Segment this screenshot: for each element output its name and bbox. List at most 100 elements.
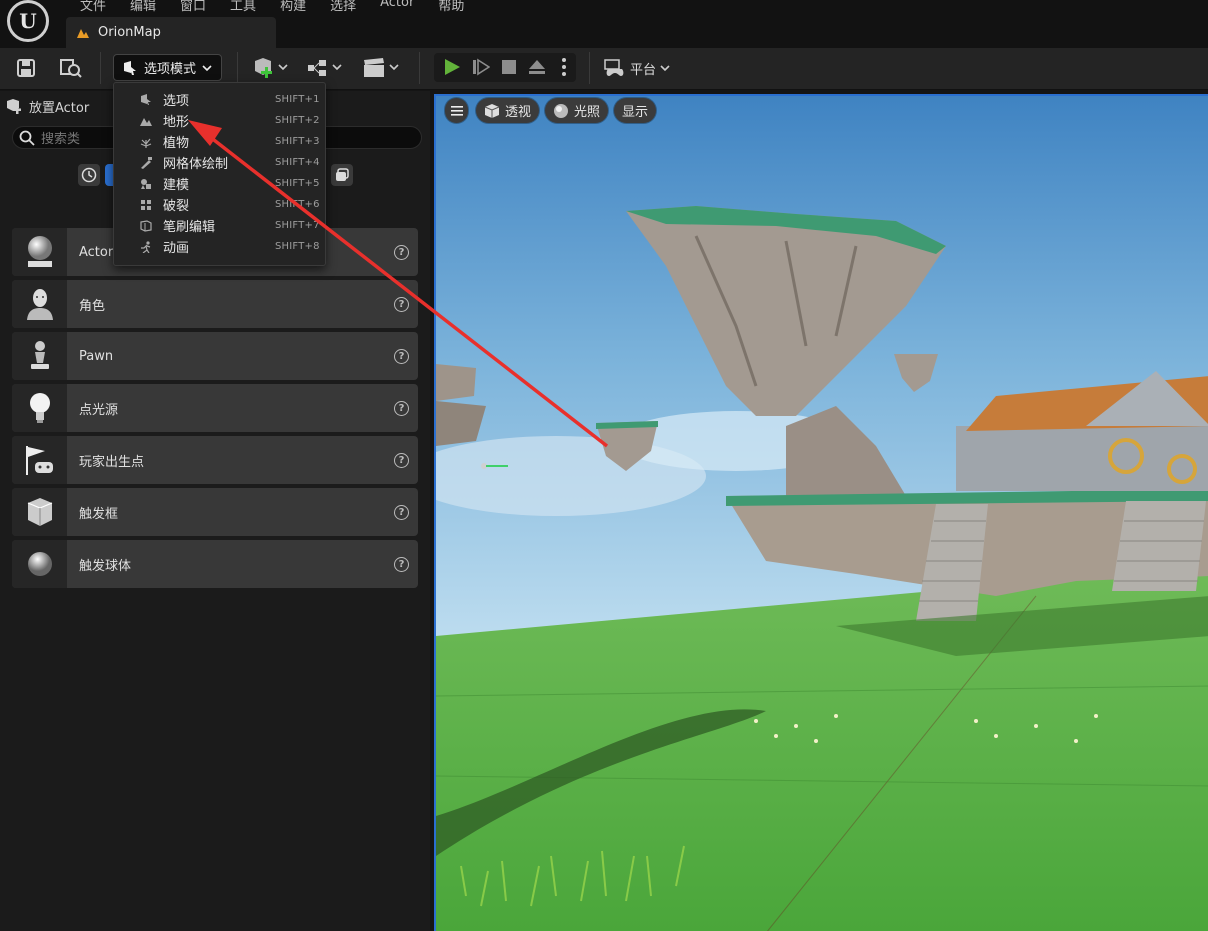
level-tab[interactable]: OrionMap [66, 17, 276, 48]
help-icon[interactable]: ? [394, 296, 409, 312]
help-icon[interactable]: ? [394, 348, 409, 364]
help-icon[interactable]: ? [394, 400, 409, 416]
add-actor-button[interactable] [252, 56, 290, 80]
level-icon [77, 28, 89, 38]
place-actors-tab[interactable]: 放置Actor [5, 95, 89, 117]
all-classes-icon [336, 168, 349, 181]
mode-item-label: 地形 [163, 115, 190, 130]
mode-item-shortcut: SHIFT+7 [275, 220, 320, 231]
stop-button[interactable] [498, 56, 520, 78]
mesh-paint-icon [139, 156, 153, 170]
help-icon[interactable]: ? [394, 452, 409, 468]
platforms-label: 平台 [630, 62, 657, 78]
viewport-menu-button[interactable] [445, 98, 468, 123]
mode-item-shortcut: SHIFT+2 [275, 115, 320, 126]
show-button[interactable]: 显示 [614, 98, 657, 123]
menu-tools[interactable]: 工具 [218, 0, 268, 14]
mode-dropdown-menu: 选项 SHIFT+1 地形 SHIFT+2 植物 SHIFT+3 网格体绘制 S… [113, 82, 326, 266]
basic-category-button[interactable] [105, 164, 113, 186]
mode-item-modeling[interactable]: 建模 SHIFT+5 [114, 173, 327, 194]
blueprint-button[interactable] [307, 56, 345, 80]
list-item-player-start[interactable]: 玩家出生点 ? [12, 436, 418, 484]
select-icon [139, 93, 153, 107]
blueprint-icon [308, 60, 342, 76]
mode-item-shortcut: SHIFT+4 [275, 157, 320, 168]
gamepad-icon [604, 59, 624, 76]
lighting-button[interactable]: 光照 [545, 98, 609, 123]
menu-file[interactable]: 文件 [68, 0, 118, 14]
mode-item-foliage[interactable]: 植物 SHIFT+3 [114, 131, 327, 152]
mode-item-label: 破裂 [163, 199, 190, 214]
more-vertical-icon [562, 58, 566, 76]
list-item-trigger-sphere[interactable]: 触发球体 ? [12, 540, 418, 588]
sphere-icon [554, 103, 568, 118]
mode-item-brush-edit[interactable]: 笔刷编辑 SHIFT+7 [114, 215, 327, 236]
save-button[interactable] [14, 56, 38, 80]
pawn-thumb-icon [12, 332, 67, 380]
menu-actor[interactable]: Actor [368, 0, 426, 14]
mode-select-button[interactable]: 选项模式 [113, 54, 222, 81]
cinematics-button[interactable] [362, 56, 402, 80]
chevron-down-icon [202, 64, 212, 71]
mode-item-label: 植物 [163, 136, 190, 151]
advance-frame-button[interactable] [470, 56, 492, 78]
title-bar: U 文件 编辑 窗口 工具 构建 选择 Actor 帮助 OrionMap [0, 0, 1208, 48]
eject-button[interactable] [525, 56, 549, 78]
chevron-down-icon [660, 65, 670, 72]
menu-window[interactable]: 窗口 [168, 0, 218, 14]
unreal-logo-icon[interactable]: U [7, 0, 49, 42]
brush-edit-icon [139, 219, 153, 233]
mode-item-label: 笔刷编辑 [163, 220, 216, 235]
landscape-icon [139, 114, 153, 128]
list-item-label: 角色 [79, 298, 106, 314]
light-bulb-icon [12, 384, 67, 432]
list-item-label: 点光源 [79, 402, 119, 418]
help-icon[interactable]: ? [394, 504, 409, 520]
level-viewport[interactable] [434, 94, 1208, 931]
browse-content-button[interactable] [58, 56, 84, 80]
mode-item-label: 选项 [163, 94, 190, 109]
clock-icon [81, 167, 97, 183]
select-mode-icon [124, 60, 136, 75]
menu-select[interactable]: 选择 [318, 0, 368, 14]
list-item-trigger-box[interactable]: 触发框 ? [12, 488, 418, 536]
cube-icon [484, 103, 500, 118]
list-item-label: Pawn [79, 348, 114, 364]
help-icon[interactable]: ? [394, 556, 409, 572]
list-item-label: 玩家出生点 [79, 454, 145, 470]
trigger-sphere-icon [12, 540, 67, 588]
search-placeholder: 搜索类 [41, 132, 81, 147]
all-classes-button[interactable] [331, 164, 353, 186]
list-item-character[interactable]: 角色 ? [12, 280, 418, 328]
foliage-icon [139, 135, 153, 149]
recently-placed-button[interactable] [78, 164, 100, 186]
show-label: 显示 [622, 105, 649, 120]
mode-item-select[interactable]: 选项 SHIFT+1 [114, 89, 327, 110]
menu-build[interactable]: 构建 [268, 0, 318, 14]
play-button[interactable] [441, 56, 463, 78]
help-icon[interactable]: ? [394, 244, 409, 260]
mode-item-landscape[interactable]: 地形 SHIFT+2 [114, 110, 327, 131]
perspective-button[interactable]: 透视 [476, 98, 540, 123]
hamburger-icon [450, 105, 463, 116]
search-icon [19, 130, 35, 146]
menu-help[interactable]: 帮助 [426, 0, 476, 14]
perspective-label: 透视 [505, 105, 532, 120]
mode-item-shortcut: SHIFT+3 [275, 136, 320, 147]
play-icon [445, 59, 460, 75]
scene-render [436, 96, 1208, 931]
mode-item-animation[interactable]: 动画 SHIFT+8 [114, 236, 327, 257]
platforms-button[interactable]: 平台 [604, 55, 674, 81]
mode-item-fracture[interactable]: 破裂 SHIFT+6 [114, 194, 327, 215]
play-options-button[interactable] [556, 56, 572, 78]
step-icon [473, 58, 490, 76]
mode-item-label: 网格体绘制 [163, 157, 229, 172]
modeling-icon [139, 177, 153, 191]
menu-edit[interactable]: 编辑 [118, 0, 168, 14]
mode-item-shortcut: SHIFT+8 [275, 241, 320, 252]
list-item-pawn[interactable]: Pawn ? [12, 332, 418, 380]
mode-item-mesh-paint[interactable]: 网格体绘制 SHIFT+4 [114, 152, 327, 173]
mode-item-shortcut: SHIFT+5 [275, 178, 320, 189]
list-item-point-light[interactable]: 点光源 ? [12, 384, 418, 432]
menu-bar: 文件 编辑 窗口 工具 构建 选择 Actor 帮助 [68, 0, 476, 14]
